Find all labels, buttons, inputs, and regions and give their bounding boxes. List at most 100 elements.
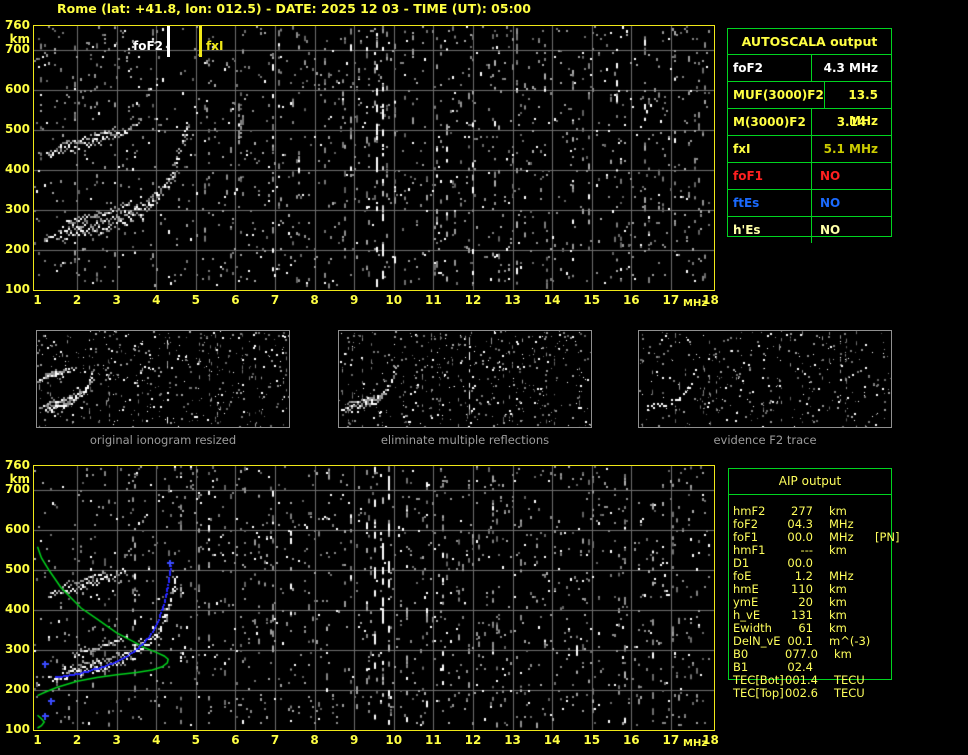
x-axis-tick-bottom: 8: [310, 734, 318, 746]
thumbnail-eliminate-canvas: [339, 331, 591, 427]
x-axis-tick-top: 3: [112, 294, 120, 306]
x-axis-tick-top: 10: [385, 294, 402, 306]
aip-output-table: AIP output hmF2277kmfoF204.3MHzfoF100.0M…: [728, 468, 892, 680]
autoscala-row-h'Es: h'EsNO: [728, 216, 891, 243]
thumbnail-evidence-canvas: [639, 331, 891, 427]
autoscala-row-label: ftEs: [728, 190, 812, 216]
autoscala-row-label: fxI: [728, 136, 812, 162]
autoscala-row-foF1: foF1NO: [728, 162, 891, 189]
autoscala-table-title: AUTOSCALA output: [728, 29, 891, 54]
y-axis-tick-top: 100: [0, 282, 30, 296]
y-axis-tick-top: 600: [0, 82, 30, 96]
autoscala-row-value: 3.14: [812, 109, 891, 135]
thumbnail-original-ionogram: [36, 330, 290, 428]
x-axis-tick-top: 2: [73, 294, 81, 306]
x-axis-tick-top: 14: [544, 294, 561, 306]
y-axis-tick-bottom: 500: [0, 562, 30, 576]
fof2-marker-line: [167, 26, 170, 57]
y-axis-unit-label-bottom: km: [0, 472, 30, 486]
x-axis-tick-bottom: 14: [544, 734, 561, 746]
y-axis-tick-bottom: 200: [0, 682, 30, 696]
x-axis-tick-top: 15: [583, 294, 600, 306]
fxi-marker-line: [199, 26, 202, 57]
y-axis-tick-top: 760: [0, 18, 30, 32]
thumbnail-caption-eliminate: eliminate multiple reflections: [338, 433, 592, 447]
x-axis-tick-bottom: 13: [504, 734, 521, 746]
x-axis-tick-top: 11: [425, 294, 442, 306]
x-axis-tick-top: 5: [192, 294, 200, 306]
autoscala-row-ftEs: ftEsNO: [728, 189, 891, 216]
aip-row-note: [PN]: [869, 531, 900, 544]
y-axis-tick-top: 300: [0, 202, 30, 216]
y-axis-tick-bottom: 600: [0, 522, 30, 536]
aip-row-unit: km: [818, 648, 874, 661]
x-axis-tick-bottom: 2: [73, 734, 81, 746]
x-axis-unit-label-top: MHz: [683, 298, 707, 309]
x-axis-tick-bottom: 11: [425, 734, 442, 746]
x-axis-tick-top: 4: [152, 294, 160, 306]
autoscala-row-label: h'Es: [728, 217, 812, 243]
x-axis-tick-bottom: 17: [663, 734, 680, 746]
x-axis-tick-top: 9: [350, 294, 358, 306]
autoscala-row-label: M(3000)F2: [728, 109, 812, 135]
thumbnail-caption-original: original ionogram resized: [36, 433, 290, 447]
x-axis-tick-bottom: 1: [33, 734, 41, 746]
aip-row-unit: TECU: [818, 687, 874, 700]
y-axis-tick-top: 200: [0, 242, 30, 256]
x-axis-tick-bottom: 12: [465, 734, 482, 746]
fxi-marker-label: fxI: [206, 39, 223, 53]
autoscala-screen: Rome (lat: +41.8, lon: 012.5) - DATE: 20…: [0, 0, 968, 755]
x-axis-tick-top: 8: [310, 294, 318, 306]
x-axis-tick-bottom: 5: [192, 734, 200, 746]
x-axis-tick-bottom: 6: [231, 734, 239, 746]
x-axis-tick-bottom: 16: [623, 734, 640, 746]
x-axis-unit-label-bottom: MHz: [683, 738, 707, 749]
autoscala-table-rows: foF24.3 MHzMUF(3000)F213.5 MHzM(3000)F23…: [728, 54, 891, 243]
x-axis-tick-bottom: 15: [583, 734, 600, 746]
bottom-ionogram: [33, 465, 715, 731]
y-axis-tick-top: 400: [0, 162, 30, 176]
x-axis-tick-bottom: 3: [112, 734, 120, 746]
aip-table-title: AIP output: [729, 469, 891, 495]
aip-row-value: 002.6: [785, 687, 818, 700]
x-axis-tick-bottom: 9: [350, 734, 358, 746]
x-axis-tick-top: 1: [33, 294, 41, 306]
autoscala-row-foF2: foF24.3 MHz: [728, 54, 891, 81]
aip-row-unit: km: [813, 544, 869, 557]
x-axis-tick-top: 13: [504, 294, 521, 306]
autoscala-row-value: 13.5 MHz: [825, 82, 891, 108]
x-axis-tick-top: 12: [465, 294, 482, 306]
aip-row-label: TEC[Top]: [729, 687, 785, 700]
thumbnail-evidence-f2: [638, 330, 892, 428]
autoscala-row-value: 4.3 MHz: [812, 55, 891, 81]
y-axis-unit-label-top: km: [0, 32, 30, 46]
top-ionogram-canvas: [34, 26, 714, 290]
autoscala-row-value: 5.1 MHz: [812, 136, 891, 162]
top-ionogram: foF2 fxI: [33, 25, 715, 291]
autoscala-row-label: foF1: [728, 163, 812, 189]
autoscala-row-MUF(3000)F2: MUF(3000)F213.5 MHz: [728, 81, 891, 108]
y-axis-tick-bottom: 400: [0, 602, 30, 616]
x-axis-tick-bottom: 7: [271, 734, 279, 746]
fof2-marker-label: foF2: [127, 39, 163, 53]
autoscala-row-label: MUF(3000)F2: [728, 82, 825, 108]
autoscala-row-value: NO: [812, 163, 891, 189]
x-axis-tick-bottom: 4: [152, 734, 160, 746]
thumbnail-caption-evidence: evidence F2 trace: [638, 433, 892, 447]
thumbnail-original-canvas: [37, 331, 289, 427]
bottom-ionogram-canvas: [34, 466, 714, 730]
page-title: Rome (lat: +41.8, lon: 012.5) - DATE: 20…: [57, 1, 531, 16]
x-axis-tick-top: 16: [623, 294, 640, 306]
y-axis-tick-top: 500: [0, 122, 30, 136]
aip-row-TEC[Top]: TEC[Top]002.6TECU: [729, 687, 891, 700]
autoscala-row-M(3000)F2: M(3000)F23.14: [728, 108, 891, 135]
x-axis-tick-top: 6: [231, 294, 239, 306]
autoscala-row-fxI: fxI5.1 MHz: [728, 135, 891, 162]
x-axis-tick-top: 7: [271, 294, 279, 306]
x-axis-tick-bottom: 10: [385, 734, 402, 746]
autoscala-row-value: NO: [812, 190, 891, 216]
autoscala-row-value: NO: [812, 217, 891, 243]
autoscala-row-label: foF2: [728, 55, 812, 81]
y-axis-tick-bottom: 760: [0, 458, 30, 472]
y-axis-tick-bottom: 100: [0, 722, 30, 736]
